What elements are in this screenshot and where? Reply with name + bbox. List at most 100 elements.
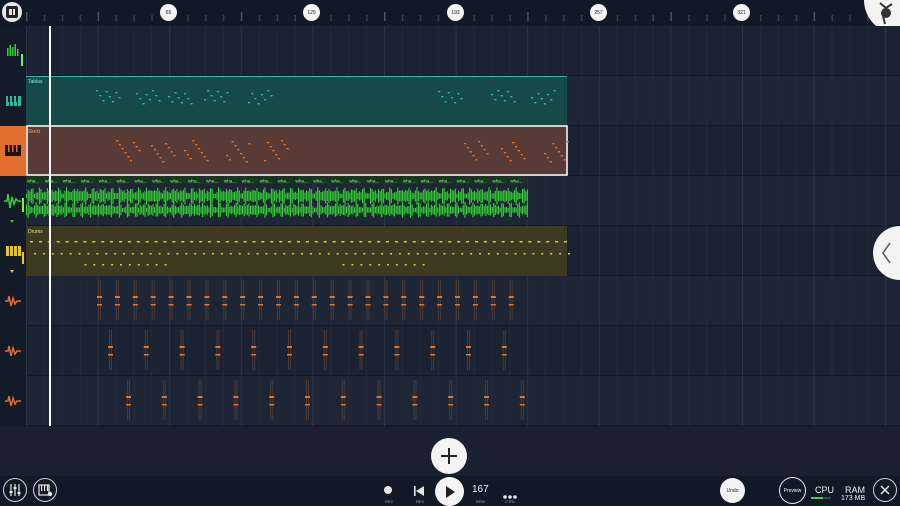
waveform-bar	[139, 189, 141, 203]
waveform-bar	[374, 190, 376, 202]
sample-marker	[276, 304, 281, 306]
waveform-bar	[277, 193, 279, 199]
sample-marker	[233, 404, 239, 406]
more-options-button[interactable]	[502, 487, 518, 499]
waveform-bar	[144, 203, 146, 217]
note	[563, 159, 566, 161]
waveform-bar	[360, 206, 362, 214]
waveform-bar	[34, 205, 36, 215]
sample-clip	[100, 280, 101, 320]
play-button[interactable]	[435, 477, 464, 506]
undo-button[interactable]: Undo	[720, 478, 745, 503]
waveform-bar	[464, 193, 466, 199]
mixer-button[interactable]	[3, 478, 27, 502]
rewind-button[interactable]	[412, 484, 426, 496]
preview-button[interactable]: Preview	[779, 477, 806, 504]
drum-hit	[102, 264, 105, 266]
waveform-bar	[86, 191, 88, 201]
waveform-bar	[62, 207, 64, 213]
waveform-bar	[275, 207, 277, 213]
waveform-bar	[62, 193, 64, 199]
ruler-marker[interactable]: 257	[590, 4, 607, 21]
waveform-bar	[526, 189, 528, 203]
waveform-bar	[355, 202, 357, 218]
instruments-button[interactable]	[33, 478, 57, 502]
record-button[interactable]	[384, 486, 392, 494]
waveform-bar	[381, 202, 383, 218]
waveform-bar	[157, 187, 159, 205]
drum-hit	[216, 241, 220, 243]
track-button-sample-2[interactable]	[0, 326, 26, 376]
waveform-bar	[362, 188, 364, 204]
track-button-1[interactable]	[0, 26, 26, 76]
drum-hit	[229, 253, 232, 255]
clip-tablas	[26, 76, 567, 126]
waveform-bar	[326, 190, 328, 202]
drum-hit	[336, 253, 339, 255]
playlist-grid[interactable]: wha... wha... wha... wha... wha... wha... wha.…	[26, 26, 900, 426]
note	[438, 91, 441, 93]
waveform-bar	[466, 193, 468, 199]
waveform-bar	[392, 204, 394, 216]
waveform-bar	[408, 206, 410, 214]
waveform-bar	[344, 187, 346, 205]
track-button-tablas[interactable]	[0, 76, 26, 126]
sample-clip	[341, 380, 343, 420]
waveform-bar	[122, 207, 124, 213]
close-button[interactable]	[873, 478, 897, 502]
sample-marker	[340, 396, 346, 398]
waveform-bar	[82, 202, 84, 218]
drum-hit	[114, 253, 117, 255]
side-panel-tab[interactable]	[873, 226, 900, 280]
ruler-marker[interactable]: 65	[160, 4, 177, 21]
waveform-bar	[85, 187, 87, 205]
note	[534, 102, 537, 104]
track-button-sample-1[interactable]	[0, 276, 26, 326]
track-button-audio[interactable]	[0, 176, 26, 226]
playhead[interactable]	[49, 26, 51, 426]
note	[269, 146, 272, 148]
waveform-bar	[506, 190, 508, 202]
track-button-sketz-selected[interactable]	[0, 126, 26, 176]
sample-marker	[126, 396, 131, 398]
ruler-marker[interactable]: 321	[733, 4, 750, 21]
waveform-bar	[45, 204, 47, 216]
waveform-bar	[294, 191, 296, 201]
waveform-bar	[200, 190, 202, 202]
drum-hit	[38, 241, 42, 243]
waveform-bar	[387, 205, 389, 215]
waveform-bar	[66, 204, 68, 216]
drum-hit	[167, 253, 170, 255]
ruler-marker[interactable]: 193	[447, 4, 464, 21]
sample-clip	[243, 280, 245, 320]
waveform-bar	[251, 190, 253, 202]
sample-marker	[204, 296, 210, 298]
drum-hit	[387, 264, 389, 266]
ruler-tick	[831, 15, 833, 21]
waveform-bar	[384, 193, 386, 199]
waveform-bar	[475, 192, 477, 200]
app-logo-icon[interactable]	[2, 2, 22, 22]
waveform-bar	[158, 190, 160, 202]
track-button-drums[interactable]	[0, 226, 26, 276]
waveform-bar	[331, 205, 333, 215]
bpm-value[interactable]: 167	[472, 484, 489, 495]
timeline-ruler[interactable]: 65 129 193 257 321	[0, 0, 900, 26]
ruler-tick	[26, 12, 28, 21]
waveform-bar	[120, 189, 122, 203]
waveform-bar	[274, 191, 276, 201]
waveform-bar	[210, 202, 212, 218]
sample-clip	[359, 330, 361, 370]
waveform-bar	[466, 205, 468, 215]
ruler-marker[interactable]: 129	[303, 4, 320, 21]
lane-divider	[26, 325, 900, 326]
sample-clip	[252, 330, 254, 370]
waveform-bar	[413, 193, 415, 199]
waveform-bar	[272, 202, 274, 218]
waveform-bar	[43, 191, 45, 201]
add-track-button[interactable]	[431, 438, 467, 474]
waveform-bar	[213, 207, 215, 213]
sample-marker	[311, 304, 317, 306]
track-button-sample-3[interactable]	[0, 376, 26, 426]
note	[180, 102, 183, 104]
